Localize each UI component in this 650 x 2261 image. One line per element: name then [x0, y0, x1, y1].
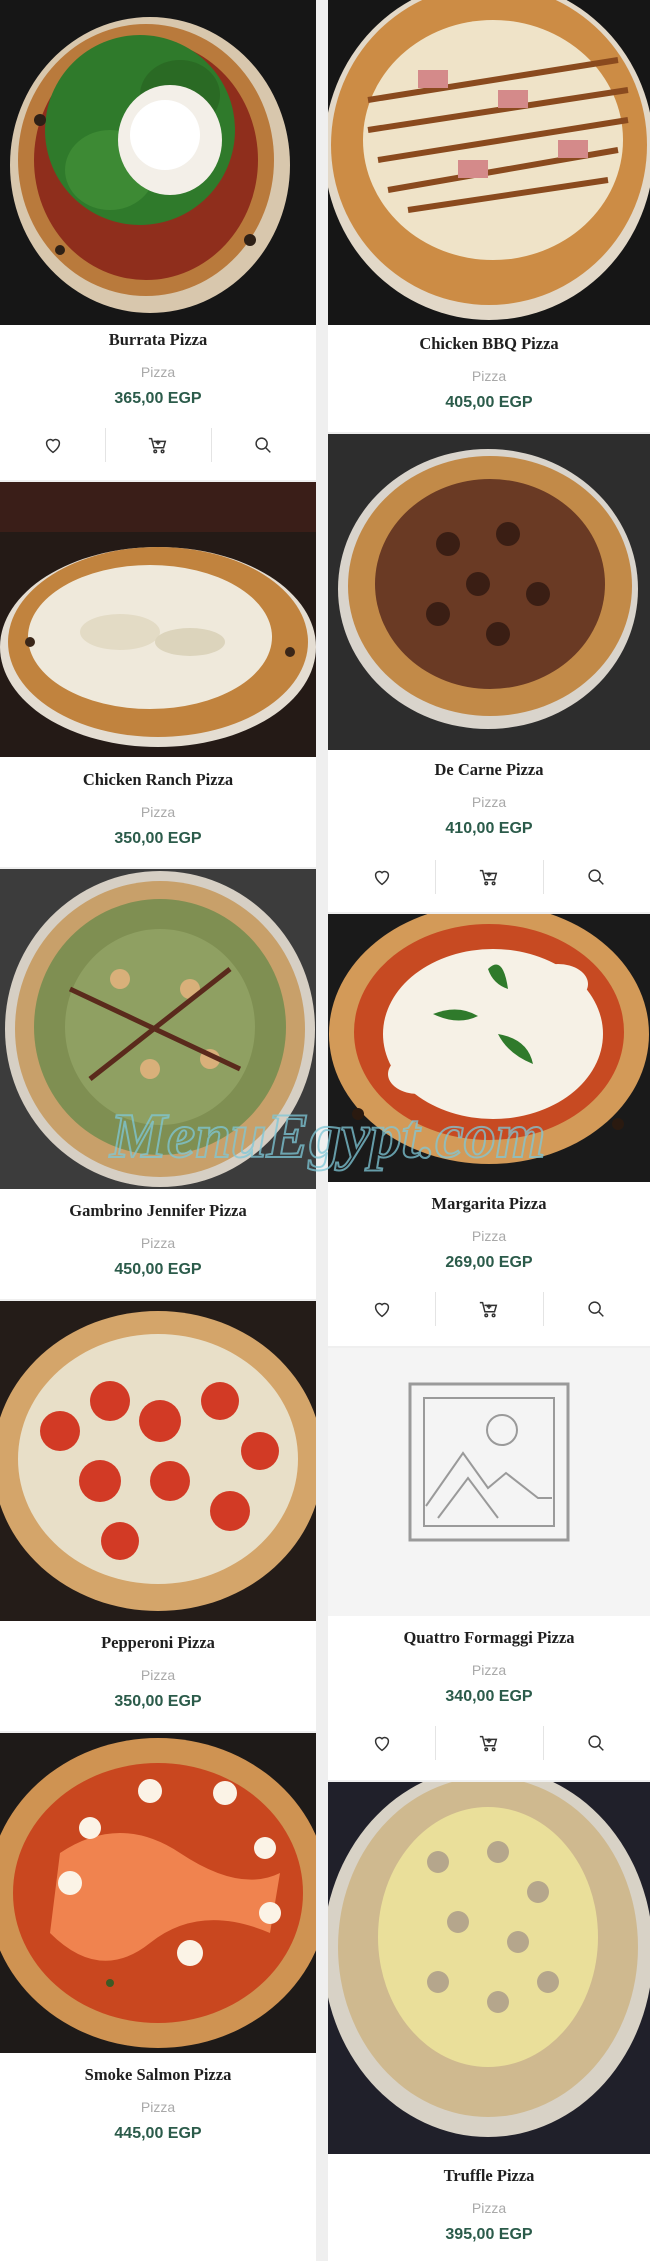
product-image-chicken-ranch[interactable]	[0, 482, 316, 757]
product-price: 350,00 EGP	[114, 1693, 202, 1710]
product-price: 350,00 EGP	[114, 830, 202, 847]
cart-icon	[479, 869, 498, 886]
product-card-burrata[interactable]: Burrata Pizza Pizza 365,00 EGP	[0, 0, 316, 480]
search-icon	[588, 869, 605, 885]
product-card-chicken-bbq[interactable]: Chicken BBQ Pizza Pizza 405,00 EGP	[328, 0, 650, 432]
quick-view-button[interactable]	[210, 420, 316, 470]
product-category[interactable]: Pizza	[0, 1667, 316, 1683]
product-image-de-carne[interactable]	[328, 434, 650, 750]
product-image-margarita[interactable]	[328, 914, 650, 1182]
product-card-smoke-salmon[interactable]: Smoke Salmon Pizza Pizza 445,00 EGP	[0, 1733, 316, 2261]
wishlist-button[interactable]	[0, 420, 105, 470]
product-actions	[328, 852, 650, 902]
product-image-smoke-salmon[interactable]	[0, 1733, 316, 2053]
add-to-cart-button[interactable]	[435, 1718, 542, 1768]
product-name[interactable]: De Carne Pizza	[328, 760, 650, 780]
heart-icon	[374, 1302, 389, 1318]
product-actions	[0, 420, 316, 470]
add-to-cart-button[interactable]	[435, 852, 542, 902]
product-actions	[328, 1284, 650, 1334]
product-card-gambrino-jennifer[interactable]: Gambrino Jennifer Pizza Pizza 450,00 EGP	[0, 869, 316, 1299]
heart-icon	[45, 438, 60, 454]
product-price: 405,00 EGP	[445, 394, 533, 411]
product-card-quattro-formaggi[interactable]: Quattro Formaggi Pizza Pizza 340,00 EGP	[328, 1348, 650, 1780]
cart-icon	[148, 437, 167, 454]
product-price: 445,00 EGP	[114, 2125, 202, 2142]
product-name[interactable]: Chicken BBQ Pizza	[328, 334, 650, 354]
product-name[interactable]: Gambrino Jennifer Pizza	[0, 1201, 316, 1221]
product-name[interactable]: Truffle Pizza	[328, 2166, 650, 2186]
product-card-chicken-ranch[interactable]: Chicken Ranch Pizza Pizza 350,00 EGP	[0, 482, 316, 867]
product-image-burrata[interactable]	[0, 0, 316, 325]
product-name[interactable]: Chicken Ranch Pizza	[0, 770, 316, 790]
product-name[interactable]: Margarita Pizza	[328, 1194, 650, 1214]
add-to-cart-button[interactable]	[435, 1284, 542, 1334]
wishlist-button[interactable]	[328, 1718, 435, 1768]
product-name[interactable]: Pepperoni Pizza	[0, 1633, 316, 1653]
search-icon	[588, 1735, 605, 1751]
product-category[interactable]: Pizza	[328, 794, 650, 810]
heart-icon	[374, 870, 389, 886]
cart-icon	[479, 1301, 498, 1318]
product-image-truffle[interactable]	[328, 1782, 650, 2154]
heart-icon	[374, 1736, 389, 1752]
image-placeholder-icon	[328, 1348, 650, 1616]
search-icon	[255, 437, 272, 453]
add-to-cart-button[interactable]	[105, 420, 210, 470]
product-category[interactable]: Pizza	[328, 2200, 650, 2216]
product-card-pepperoni[interactable]: Pepperoni Pizza Pizza 350,00 EGP	[0, 1301, 316, 1731]
product-image-pepperoni[interactable]	[0, 1301, 316, 1621]
quick-view-button[interactable]	[542, 1718, 650, 1768]
product-category[interactable]: Pizza	[328, 1228, 650, 1244]
product-actions	[328, 1718, 650, 1768]
product-image-placeholder[interactable]	[328, 1348, 650, 1616]
product-category[interactable]: Pizza	[0, 804, 316, 820]
product-category[interactable]: Pizza	[0, 2099, 316, 2115]
product-card-margarita[interactable]: Margarita Pizza Pizza 269,00 EGP	[328, 914, 650, 1346]
product-category[interactable]: Pizza	[328, 1662, 650, 1678]
product-image-gambrino-jennifer[interactable]	[0, 869, 316, 1189]
product-category[interactable]: Pizza	[0, 364, 316, 380]
wishlist-button[interactable]	[328, 852, 435, 902]
search-icon	[588, 1301, 605, 1317]
product-price: 365,00 EGP	[114, 390, 202, 407]
cart-icon	[479, 1735, 498, 1752]
quick-view-button[interactable]	[542, 852, 650, 902]
quick-view-button[interactable]	[542, 1284, 650, 1334]
product-price: 410,00 EGP	[445, 820, 533, 837]
product-price: 269,00 EGP	[445, 1254, 533, 1271]
product-category[interactable]: Pizza	[0, 1235, 316, 1251]
product-category[interactable]: Pizza	[328, 368, 650, 384]
product-name[interactable]: Quattro Formaggi Pizza	[328, 1628, 650, 1648]
wishlist-button[interactable]	[328, 1284, 435, 1334]
product-price: 340,00 EGP	[445, 1688, 533, 1705]
product-name[interactable]: Smoke Salmon Pizza	[0, 2065, 316, 2085]
product-card-truffle[interactable]: Truffle Pizza Pizza 395,00 EGP	[328, 1782, 650, 2261]
product-card-de-carne[interactable]: De Carne Pizza Pizza 410,00 EGP	[328, 434, 650, 912]
product-price: 395,00 EGP	[445, 2226, 533, 2243]
product-name[interactable]: Burrata Pizza	[0, 330, 316, 350]
product-image-chicken-bbq[interactable]	[328, 0, 650, 325]
product-price: 450,00 EGP	[114, 1261, 202, 1278]
